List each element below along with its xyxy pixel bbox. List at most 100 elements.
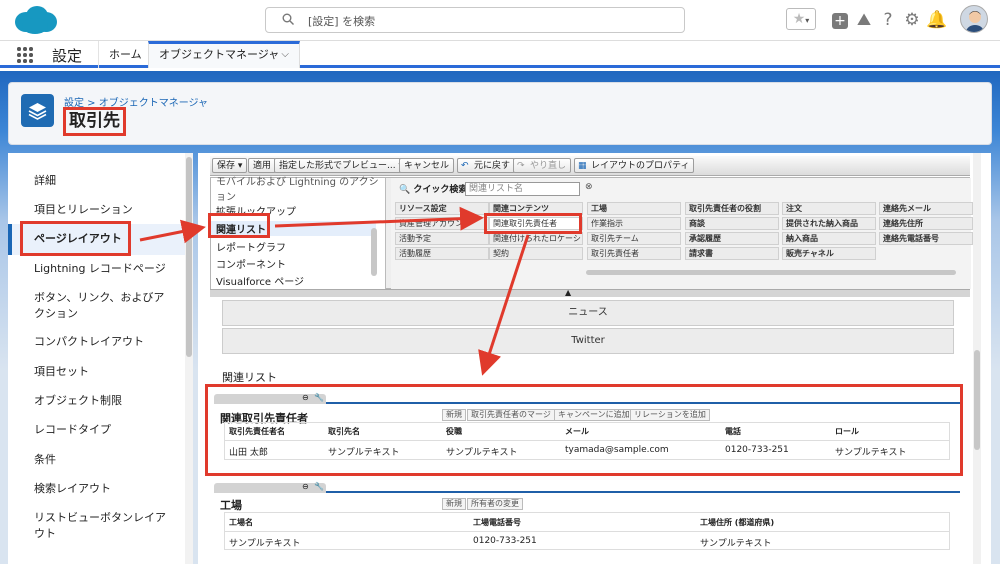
palette-field-cell[interactable]: 契約 [489, 247, 583, 260]
wrench-icon[interactable]: 🔧 [314, 482, 324, 491]
column-header: 取引先名 [328, 427, 360, 436]
palette-category-expanded-lookups[interactable]: 拡張ルックアップ [216, 203, 296, 218]
sidebar-item-page-layouts[interactable]: ページレイアウト [34, 231, 174, 247]
related-list-table: 工場名 工場電話番号 工場住所 (都道府県) サンプルテキスト 0120-733… [224, 512, 950, 550]
palette-field-cell[interactable]: 関連取引先責任者 [489, 217, 583, 230]
section-news[interactable]: ニュース [222, 300, 954, 326]
global-header: [設定] を検索 ★▾ + ⛰ ? ⚙ 🔔 [0, 0, 1000, 41]
change-owner-button[interactable]: 所有者の変更 [467, 498, 523, 510]
palette-field-cell[interactable]: 取引先責任者 [587, 247, 681, 260]
sidebar-scrollbar-thumb[interactable] [186, 157, 192, 357]
apply-button[interactable]: 適用 [248, 158, 277, 173]
global-search[interactable]: [設定] を検索 [265, 7, 685, 33]
undo-button[interactable]: ↶ 元に戻す [457, 158, 516, 173]
sidebar-item-record-types[interactable]: レコードタイプ [34, 422, 174, 438]
merge-contacts-button[interactable]: 取引先責任者のマージ [467, 409, 555, 421]
cancel-button[interactable]: キャンセル [399, 158, 455, 173]
palette-field-cell[interactable]: 納入商品 [782, 232, 876, 245]
quick-search-input[interactable]: 関連リスト名 [465, 182, 580, 196]
column-header: ロール [835, 427, 859, 436]
sidebar-item-search-layouts[interactable]: 検索レイアウト [34, 481, 174, 497]
collapse-icon[interactable]: ▲ [565, 288, 571, 297]
layout-scrollbar-thumb[interactable] [974, 350, 980, 450]
layout-properties-label: レイアウトのプロパティ [591, 161, 690, 171]
tab-home[interactable]: ホーム [98, 41, 152, 68]
sidebar-item-conditions[interactable]: 条件 [34, 452, 174, 468]
palette-field-cell[interactable]: 商談 [685, 217, 779, 230]
sidebar-item-details[interactable]: 詳細 [34, 173, 174, 189]
related-list-handle[interactable]: ⊖ 🔧 [214, 482, 326, 493]
palette-field-cell[interactable]: 注文 [782, 202, 876, 215]
table-cell: 山田 太郎 [229, 448, 268, 458]
preview-button[interactable]: 指定した形式でプレビュー... ▾ [274, 158, 408, 173]
redo-button[interactable]: ↷ やり直し [513, 158, 572, 173]
tab-object-manager[interactable]: オブジェクトマネージャ ⌵ [148, 41, 300, 68]
remove-icon[interactable]: ⊖ [302, 393, 309, 402]
help-icon[interactable]: ? [877, 8, 899, 32]
palette-category-related-lists[interactable]: 関連リスト [211, 221, 376, 236]
new-button[interactable]: 新規 [442, 498, 466, 510]
palette-field-cell[interactable]: 請求書 [685, 247, 779, 260]
page-title: 取引先 [63, 107, 126, 136]
sidebar-item-fields[interactable]: 項目とリレーション [34, 202, 174, 218]
quick-search-label: 🔍 クイック検索 [399, 182, 467, 195]
sidebar-item-field-sets[interactable]: 項目セット [34, 364, 174, 380]
palette-field-cell[interactable]: 取引先責任者の役割 [685, 202, 779, 215]
palette-field-cell[interactable]: 取引先チーム [587, 232, 681, 245]
add-icon[interactable]: + [829, 8, 851, 32]
dropdown-icon[interactable]: ▾ [805, 16, 809, 25]
layout-properties-button[interactable]: ▦ レイアウトのプロパティ [574, 158, 695, 173]
palette-category-mobile-actions[interactable]: モバイルおよび Lightning のアクション [216, 173, 385, 203]
user-avatar-icon[interactable] [960, 5, 988, 33]
wrench-icon[interactable]: 🔧 [314, 393, 324, 402]
save-button[interactable]: 保存 ▾ [212, 158, 248, 173]
add-to-campaign-button[interactable]: キャンペーンに追加 [554, 409, 634, 421]
app-launcher-icon[interactable] [17, 47, 33, 63]
salesforce-logo-icon[interactable] [12, 5, 58, 35]
table-cell: サンプルテキスト [835, 448, 907, 458]
column-header: 工場名 [229, 518, 253, 527]
related-list-handle[interactable]: ⊖ 🔧 [214, 393, 326, 404]
palette-category-report-charts[interactable]: レポートグラフ [216, 239, 286, 254]
sidebar-item-object-limits[interactable]: オブジェクト制限 [34, 393, 174, 409]
palette-field-cell[interactable]: 提供された納入商品 [782, 217, 876, 230]
column-header: 役職 [446, 427, 462, 436]
related-list-factory[interactable]: ⊖ 🔧 工場 新規 所有者の変更 工場名 工場電話番号 工場住所 (都道府県) … [214, 482, 960, 554]
sidebar-item-lightning-pages[interactable]: Lightning レコードページ [34, 261, 174, 277]
palette-field-cell[interactable]: 連絡先電話番号 [879, 232, 973, 245]
palette-field-cell[interactable]: 活動予定 [395, 232, 489, 245]
palette-category-components[interactable]: コンポーネント [216, 256, 286, 271]
sidebar-item-buttons-links-actions[interactable]: ボタン、リンク、およびアクション [34, 290, 174, 322]
palette-field-cell[interactable]: リソース設定 [395, 202, 489, 215]
bell-icon[interactable]: 🔔 [926, 8, 948, 32]
palette-field-cell[interactable]: 関連コンテンツ [489, 202, 583, 215]
clear-search-icon[interactable]: ⊗ [585, 182, 593, 192]
palette-field-cell[interactable]: 資産管理アカウント [395, 217, 489, 230]
chevron-down-icon[interactable]: ⌵ [281, 44, 289, 66]
palette-category-visualforce[interactable]: Visualforce ページ [216, 273, 304, 288]
palette-field-cell[interactable]: 連絡先住所 [879, 217, 973, 230]
palette: モバイルおよび Lightning のアクション 拡張ルックアップ 関連リスト … [210, 177, 973, 289]
star-icon[interactable]: ★▾ [786, 8, 816, 30]
add-relationship-button[interactable]: リレーションを追加 [630, 409, 710, 421]
palette-field-cell[interactable]: 承認履歴 [685, 232, 779, 245]
palette-horizontal-scrollbar[interactable] [586, 270, 956, 275]
palette-divider-handle[interactable]: ▲ [210, 288, 970, 297]
palette-field-cell[interactable]: 販売チャネル [782, 247, 876, 260]
table-cell: サンプルテキスト [229, 539, 301, 549]
palette-field-cell[interactable]: 活動履歴 [395, 247, 489, 260]
palette-list-scrollbar[interactable] [371, 228, 377, 276]
properties-icon: ▦ [578, 161, 587, 171]
sidebar-item-list-view-button-layout[interactable]: リストビューボタンレイアウト [34, 510, 174, 542]
palette-field-cell[interactable]: 工場 [587, 202, 681, 215]
related-list-contacts[interactable]: ⊖ 🔧 関連取引先責任者 新規 取引先責任者のマージ キャンペーンに追加 リレー… [214, 393, 960, 462]
gear-icon[interactable]: ⚙ [901, 8, 923, 32]
palette-field-cell[interactable]: 作業指示 [587, 217, 681, 230]
section-twitter[interactable]: Twitter [222, 328, 954, 354]
palette-field-cell[interactable]: 関連付けられたロケーション [489, 232, 583, 245]
palette-field-cell[interactable]: 連絡先メール [879, 202, 973, 215]
new-button[interactable]: 新規 [442, 409, 466, 421]
trailhead-icon[interactable]: ⛰ [853, 8, 875, 32]
remove-icon[interactable]: ⊖ [302, 482, 309, 491]
sidebar-item-compact-layouts[interactable]: コンパクトレイアウト [34, 334, 174, 350]
